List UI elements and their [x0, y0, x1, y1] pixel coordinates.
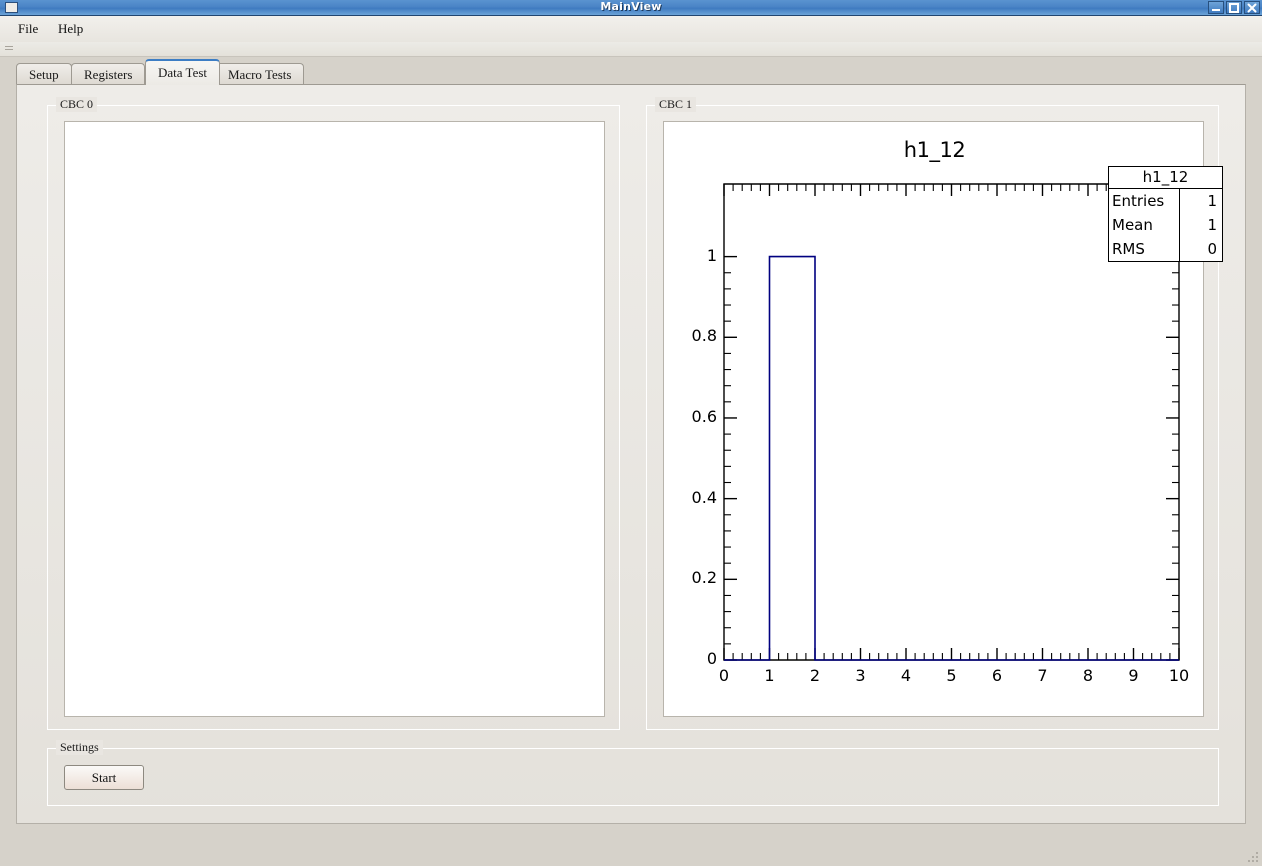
- root-histogram-canvas[interactable]: h1_12 0 0.2 0.4 0.6 0.8 1 0 1 2 3 4 5 6 7 8 9 10 h1_12 …: [664, 122, 1223, 718]
- y-tick-label: 0.6: [691, 406, 717, 426]
- stats-value-mean: 1: [1207, 216, 1217, 234]
- cbc0-plot-panel[interactable]: [64, 121, 605, 717]
- group-cbc0: CBC 0: [47, 97, 620, 730]
- start-button[interactable]: Start: [64, 765, 144, 790]
- tab-data-test[interactable]: Data Test: [145, 59, 221, 85]
- x-tick-label: 4: [900, 666, 912, 685]
- stats-box-title: h1_12: [1109, 167, 1222, 189]
- stats-row-entries: Entries 1: [1109, 189, 1222, 213]
- group-settings-title: Settings: [56, 740, 103, 755]
- close-button[interactable]: [1244, 1, 1260, 14]
- tool-bar: [0, 42, 1262, 57]
- x-tick-label: 10: [1168, 666, 1190, 685]
- group-settings: Settings Start: [47, 740, 1219, 806]
- tab-bar: Setup Registers Data Test Macro Tests: [0, 57, 1262, 85]
- x-tick-label: 2: [809, 666, 821, 685]
- menu-item-file[interactable]: File: [10, 19, 46, 38]
- x-tick-label: 7: [1037, 666, 1048, 685]
- x-tick-label: 3: [855, 666, 866, 685]
- tab-macro-tests[interactable]: Macro Tests: [215, 63, 305, 85]
- group-cbc1-title: CBC 1: [655, 97, 697, 112]
- window-title: MainView: [600, 0, 662, 13]
- title-bar: MainView: [0, 0, 1262, 16]
- menu-item-help[interactable]: Help: [50, 19, 91, 38]
- stats-row-mean: Mean 1: [1109, 213, 1222, 237]
- group-cbc0-title: CBC 0: [56, 97, 98, 112]
- stats-label-mean: Mean: [1109, 213, 1180, 237]
- resize-grip[interactable]: [1244, 848, 1260, 864]
- menu-bar: File Help: [0, 16, 1262, 42]
- x-tick-label: 9: [1128, 666, 1139, 685]
- x-tick-label: 1: [764, 666, 775, 685]
- maximize-button[interactable]: [1226, 1, 1242, 14]
- minimize-button[interactable]: [1208, 1, 1224, 14]
- stats-row-rms: RMS 0: [1109, 237, 1222, 261]
- y-tick-label: 1: [706, 245, 717, 265]
- x-tick-label: 0: [718, 666, 730, 685]
- tab-registers[interactable]: Registers: [71, 63, 146, 85]
- tab-setup[interactable]: Setup: [16, 63, 72, 85]
- x-tick-label: 5: [946, 666, 957, 685]
- group-cbc1: CBC 1 h1_12 0 0.2 0.4 0.6 0.8 1 0 1 2 3 4 5 6 7 8 9 10: [646, 97, 1223, 730]
- window-controls: [1208, 1, 1260, 14]
- y-tick-label: 0.4: [691, 487, 717, 507]
- stats-label-entries: Entries: [1109, 189, 1180, 213]
- stats-value-rms: 0: [1207, 240, 1217, 258]
- cbc1-plot-panel[interactable]: h1_12 0 0.2 0.4 0.6 0.8 1 0 1 2 3 4 5 6 7 8 9 10 h1_12 …: [663, 121, 1223, 718]
- y-tick-label: 0.8: [691, 326, 717, 346]
- stats-label-rms: RMS: [1109, 237, 1180, 261]
- stats-value-entries: 1: [1207, 192, 1217, 210]
- x-tick-label: 6: [991, 666, 1003, 685]
- x-tick-label: 8: [1082, 666, 1094, 685]
- toolbar-drag-handle[interactable]: [5, 46, 13, 52]
- tab-content-data-test: CBC 0 CBC 1 h1_12 0 0.2 0.4 0.6 0.8 1 0 1 2 3 4 5 6…: [16, 84, 1246, 824]
- y-tick-label: 0.2: [691, 568, 717, 588]
- main-window: MainView File Help Setup Registers Data …: [0, 0, 1262, 866]
- stats-box[interactable]: h1_12 Entries 1 Mean 1 RMS 0: [1108, 166, 1223, 262]
